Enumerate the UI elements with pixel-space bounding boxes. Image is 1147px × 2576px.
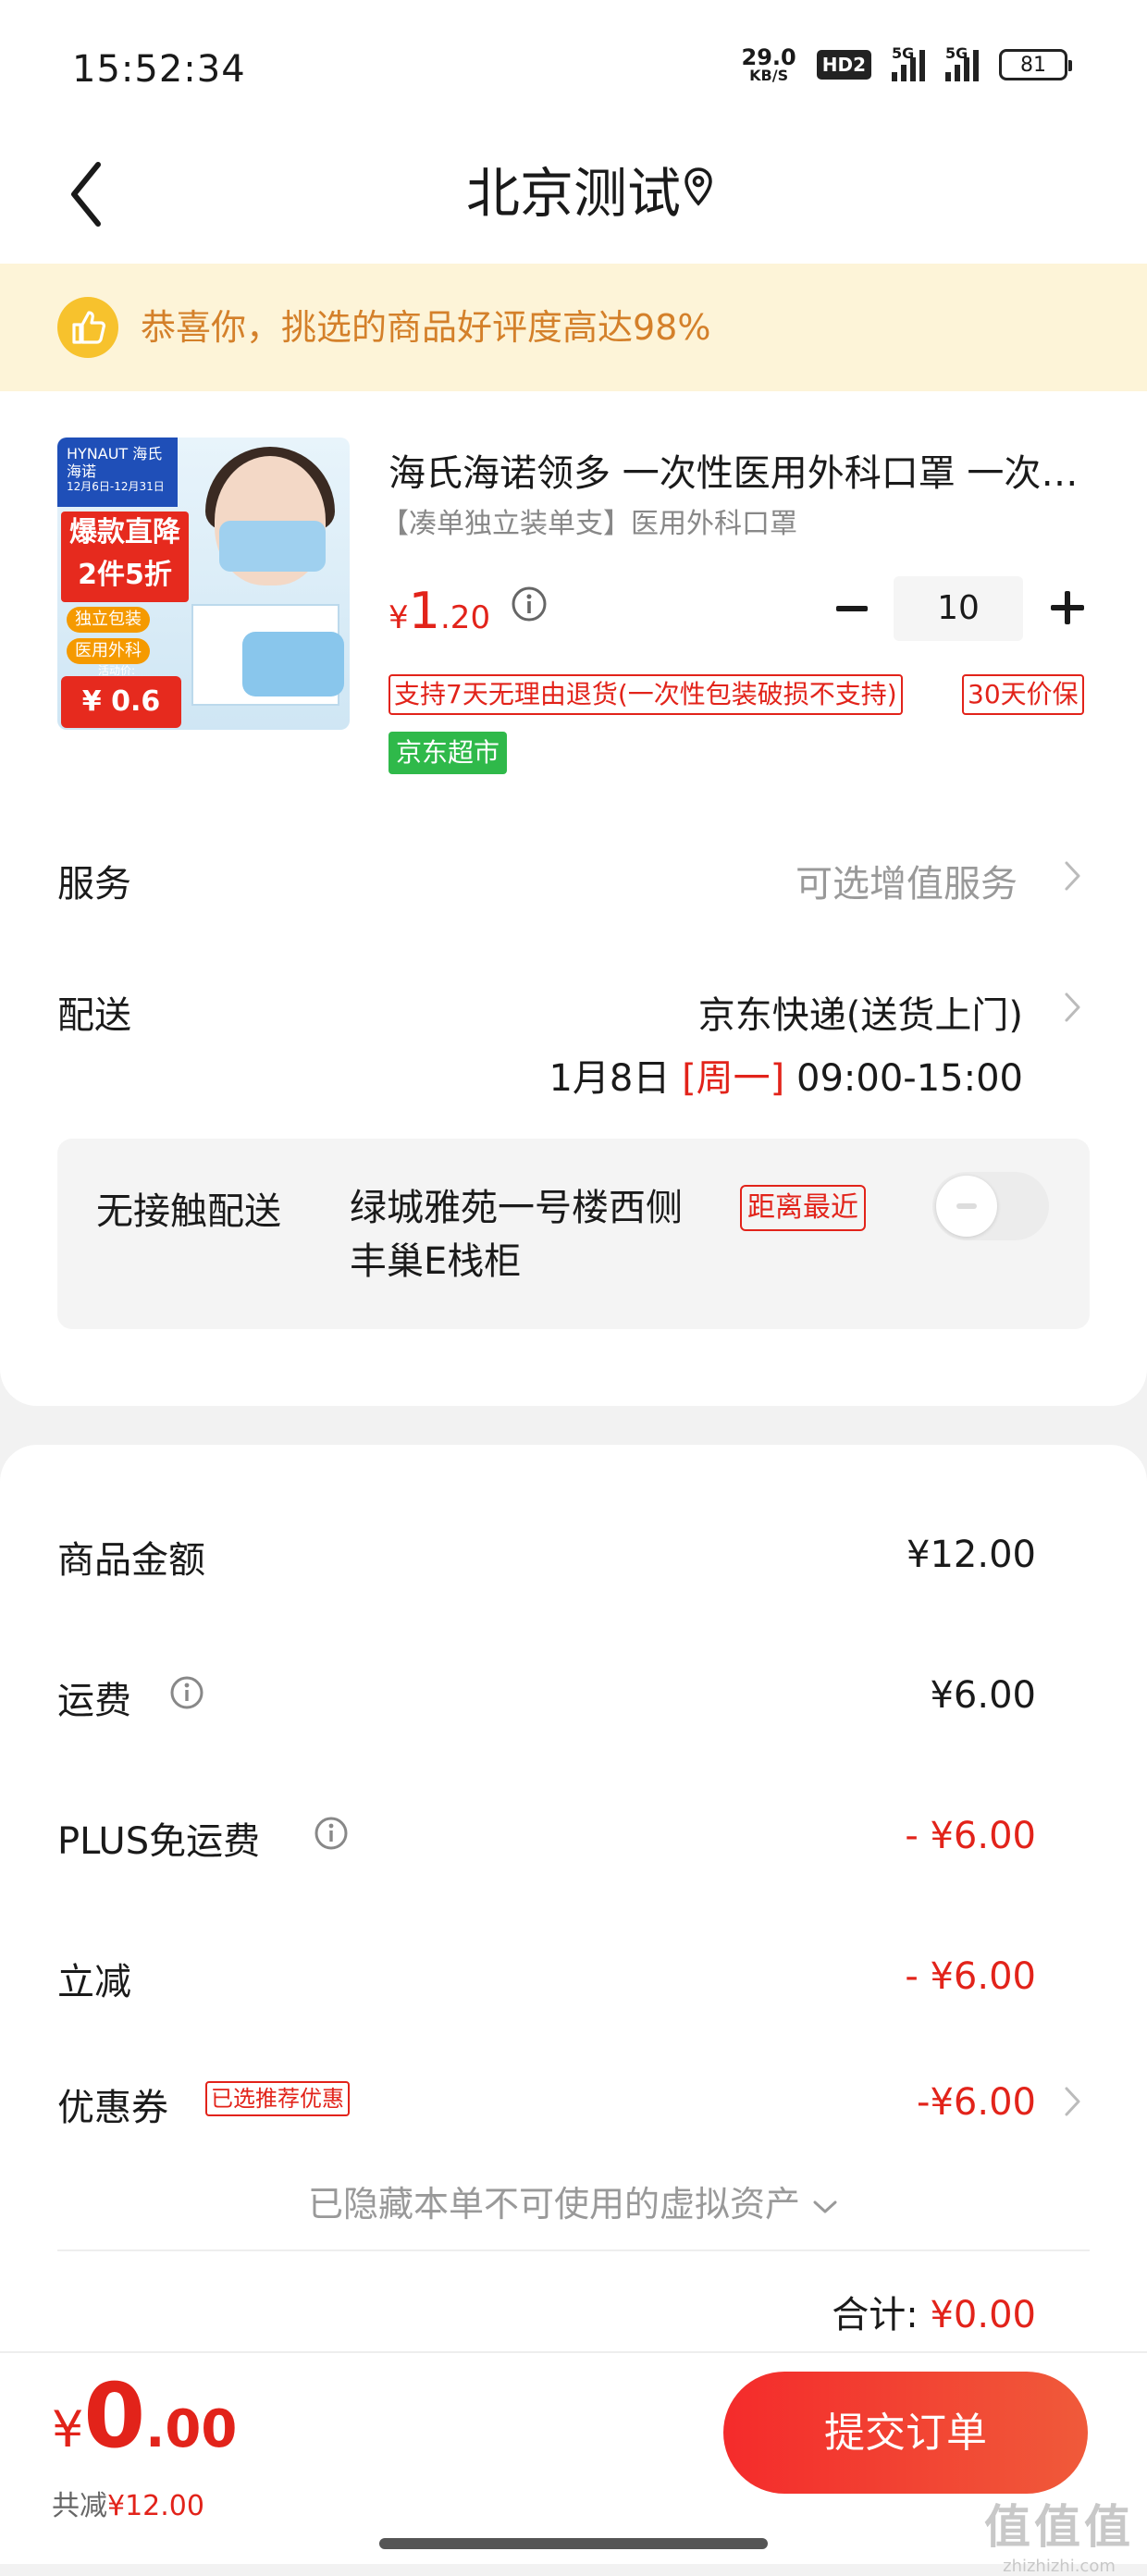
total-row: 合计: ¥0.00 — [832, 2285, 1036, 2338]
delivery-window: 09:00-15:00 — [796, 1057, 1023, 1100]
contactless-title: 无接触配送 — [96, 1190, 281, 1233]
freight-label: 运费 — [57, 1680, 131, 1722]
promo-line1: 爆款直降 — [69, 516, 180, 548]
goods-amount-value: ¥12.00 — [906, 1534, 1036, 1576]
quantity-input[interactable]: 10 — [894, 576, 1023, 641]
saved-label: 共减 — [52, 2490, 107, 2522]
freight-value: ¥6.00 — [930, 1674, 1036, 1717]
pay-int: 0 — [83, 2364, 146, 2468]
amount-summary-card: 商品金额 ¥12.00 运费 ¥6.00 PLUS免运费 - ¥6.00 立减 … — [0, 1445, 1147, 2351]
discount-label: 立减 — [57, 1961, 131, 2003]
banner-text: 恭喜你，挑选的商品好评度高达98% — [141, 307, 711, 348]
page-title: 北京测试 — [465, 162, 681, 225]
delivery-weekday: [周一] — [682, 1057, 785, 1100]
model-mask — [219, 521, 326, 572]
bottom-bar: ¥0.00 共减¥12.00 提交订单 值值值 zhizhizhi.com — [0, 2351, 1147, 2576]
signal-5g-icon-2: 5G — [945, 44, 979, 81]
brand-dates: 12月6日-12月31日 — [67, 480, 165, 494]
goods-amount-label: 商品金额 — [57, 1539, 205, 1582]
hidden-assets-toggle[interactable]: 已隐藏本单不可使用的虚拟资产 — [0, 2175, 1147, 2226]
return-policy-tag: 支持7天无理由退货(一次性包装破损不支持) — [388, 674, 903, 715]
mask-box-mask — [242, 632, 344, 696]
coupon-value[interactable]: -¥6.00 — [917, 2081, 1036, 2124]
location-pin-icon[interactable] — [683, 166, 714, 207]
price-int: 1 — [408, 582, 440, 640]
saved-amount: 共减¥12.00 — [52, 2483, 204, 2523]
delivery-value[interactable]: 京东快递(送货上门) — [698, 985, 1023, 1039]
header: 北京测试 — [0, 139, 1147, 264]
chevron-right-icon[interactable] — [1062, 2085, 1082, 2118]
service-value[interactable]: 可选增值服务 — [796, 854, 1018, 907]
quantity-minus-button[interactable] — [832, 589, 871, 628]
product-image[interactable]: HYNAUT 海氏海诺 12月6日-12月31日 爆款直降 2件5折 独立包装 … — [57, 438, 350, 730]
saved-value: ¥12.00 — [107, 2490, 204, 2522]
product-image-brand: HYNAUT 海氏海诺 12月6日-12月31日 — [57, 438, 178, 507]
submit-order-button[interactable]: 提交订单 — [723, 2372, 1088, 2494]
network-speed: 29.0 KB/S — [742, 46, 796, 83]
info-icon[interactable] — [511, 585, 548, 622]
contactless-toggle[interactable] — [932, 1172, 1049, 1240]
status-indicators: 29.0 KB/S HD2 5G 5G 81 — [742, 44, 1072, 83]
hidden-assets-text: 已隐藏本单不可使用的虚拟资产 — [307, 2184, 800, 2225]
delivery-label: 配送 — [57, 994, 131, 1037]
price-symbol: ¥ — [388, 599, 409, 636]
signal-label: 5G — [892, 44, 915, 62]
product-spec: 【凑单独立装单支】医用外科口罩 — [381, 508, 797, 540]
coupon-badge: 已选推荐优惠 — [205, 2081, 350, 2116]
image-price-label: 活动价: — [98, 664, 136, 677]
status-bar: 15:52:34 29.0 KB/S HD2 5G 5G 81 — [0, 0, 1147, 139]
pay-dec: .00 — [145, 2399, 238, 2459]
coupon-label: 优惠券 — [57, 2087, 168, 2129]
chevron-right-icon[interactable] — [1062, 859, 1082, 893]
image-price-pill: 活动价: ¥ 0.6 — [61, 664, 181, 728]
contactless-address: 绿城雅苑一号楼西侧丰巢E栈柜 — [350, 1187, 683, 1283]
store-tag: 京东超市 — [388, 732, 508, 774]
delivery-date: 1月8日 — [549, 1057, 671, 1100]
watermark-big: 值值值 — [984, 2500, 1134, 2554]
home-indicator[interactable] — [379, 2538, 768, 2549]
network-speed-value: 29.0 — [741, 44, 796, 70]
thumbs-up-icon — [57, 297, 118, 358]
hd-icon: HD2 — [816, 50, 871, 80]
battery-level: 81 — [1020, 53, 1046, 77]
product-price: ¥1.20 — [388, 582, 490, 640]
image-price: ¥ 0.6 — [81, 685, 161, 718]
total-value: ¥0.00 — [930, 2294, 1036, 2336]
order-item-card: HYNAUT 海氏海诺 12月6日-12月31日 爆款直降 2件5折 独立包装 … — [0, 391, 1147, 1406]
pay-amount: ¥0.00 — [52, 2364, 237, 2468]
toggle-knob — [936, 1176, 997, 1237]
pay-symbol: ¥ — [52, 2400, 84, 2459]
service-label: 服务 — [57, 863, 131, 906]
info-icon[interactable] — [313, 1815, 350, 1852]
image-tag-medical: 医用外科 — [67, 638, 150, 664]
battery-icon: 81 — [999, 49, 1072, 80]
delivery-time[interactable]: 1月8日 [周一] 09:00-15:00 — [549, 1048, 1023, 1102]
promo-line2: 2件5折 — [78, 559, 172, 591]
plus-freight-value: - ¥6.00 — [905, 1815, 1036, 1857]
watermark: 值值值 zhizhizhi.com — [984, 2490, 1134, 2576]
promo-block: 爆款直降 2件5折 — [61, 512, 189, 602]
plus-freight-label: PLUS免运费 — [57, 1820, 261, 1863]
total-label: 合计: — [832, 2294, 919, 2336]
rating-banner: 恭喜你，挑选的商品好评度高达98% — [0, 264, 1147, 391]
brand-name: HYNAUT 海氏海诺 — [67, 445, 163, 481]
signal-label-2: 5G — [945, 44, 968, 62]
product-name[interactable]: 海氏海诺领多 一次性医用外科口罩 一次性使用 — [388, 443, 1092, 497]
price-protect-tag: 30天价保 — [962, 674, 1084, 715]
chevron-right-icon[interactable] — [1062, 991, 1082, 1024]
price-dec: .20 — [440, 599, 491, 636]
status-time: 15:52:34 — [72, 48, 246, 91]
nearest-badge: 距离最近 — [740, 1185, 866, 1231]
quantity-plus-button[interactable] — [1047, 587, 1088, 628]
info-icon[interactable] — [168, 1674, 205, 1711]
image-tag-individual: 独立包装 — [67, 607, 150, 633]
chevron-down-icon — [813, 2200, 837, 2212]
watermark-small: zhizhizhi.com — [1003, 2557, 1116, 2576]
divider — [57, 2249, 1090, 2251]
signal-5g-icon: 5G — [892, 44, 925, 81]
contactless-delivery-panel: 无接触配送 绿城雅苑一号楼西侧丰巢E栈柜 距离最近 — [57, 1139, 1090, 1329]
network-speed-unit: KB/S — [749, 67, 789, 84]
discount-value: - ¥6.00 — [905, 1955, 1036, 1998]
